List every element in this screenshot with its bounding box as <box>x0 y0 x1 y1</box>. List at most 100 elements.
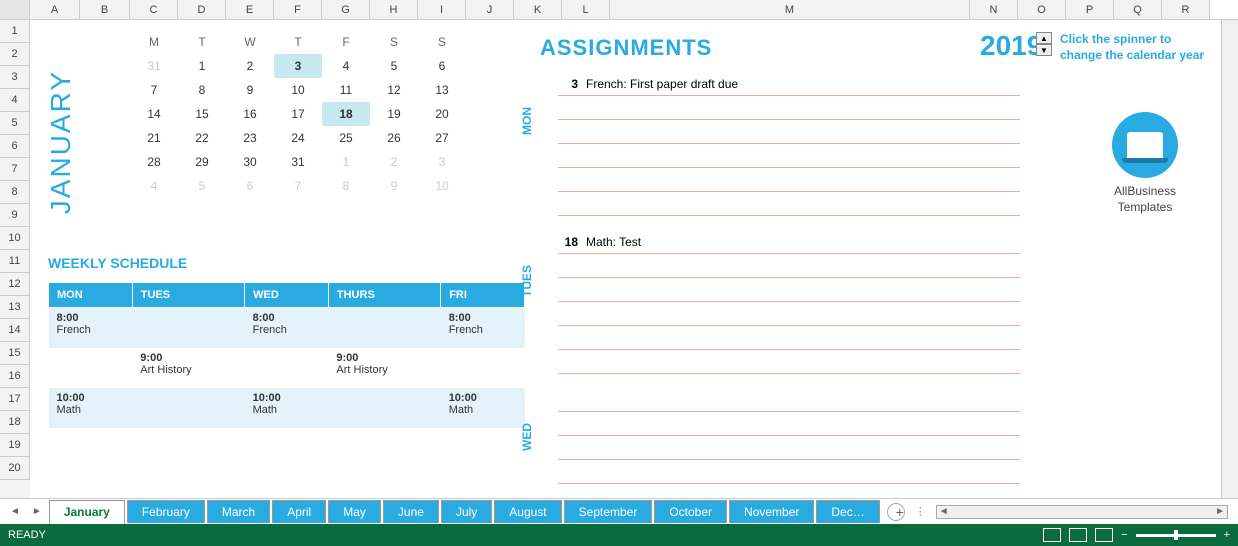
row-header-7[interactable]: 7 <box>0 158 30 181</box>
column-header-A[interactable]: A <box>30 0 80 19</box>
row-header-11[interactable]: 11 <box>0 250 30 273</box>
schedule-cell[interactable]: 9:00Art History <box>328 348 440 388</box>
assignment-line[interactable] <box>558 460 1020 484</box>
assignment-line[interactable] <box>558 192 1020 216</box>
zoom-in-button[interactable]: + <box>1224 529 1230 541</box>
calendar-day[interactable]: 3 <box>418 150 466 174</box>
row-header-3[interactable]: 3 <box>0 66 30 89</box>
sheet-tab-march[interactable]: March <box>207 500 270 523</box>
row-header-6[interactable]: 6 <box>0 135 30 158</box>
sheet-tab-september[interactable]: September <box>564 500 653 523</box>
column-header-C[interactable]: C <box>130 0 178 19</box>
calendar-day[interactable]: 10 <box>274 78 322 102</box>
column-header-O[interactable]: O <box>1018 0 1066 19</box>
calendar-day[interactable]: 24 <box>274 126 322 150</box>
assignment-line[interactable] <box>558 144 1020 168</box>
calendar-day[interactable]: 8 <box>322 174 370 198</box>
assignment-line[interactable] <box>558 388 1020 412</box>
calendar-day[interactable]: 1 <box>322 150 370 174</box>
assignment-line[interactable]: 3French: First paper draft due <box>558 72 1020 96</box>
calendar-day[interactable]: 16 <box>226 102 274 126</box>
calendar-day[interactable]: 25 <box>322 126 370 150</box>
column-header-N[interactable]: N <box>970 0 1018 19</box>
calendar-day[interactable]: 18 <box>322 102 370 126</box>
calendar-day[interactable]: 15 <box>178 102 226 126</box>
calendar-day[interactable]: 28 <box>130 150 178 174</box>
schedule-cell[interactable]: 10:00Math <box>441 388 525 428</box>
horizontal-scrollbar[interactable]: ◄ ► <box>936 505 1228 519</box>
tab-nav-prev[interactable]: ◄ <box>4 506 26 517</box>
row-header-18[interactable]: 18 <box>0 411 30 434</box>
spinner-down-button[interactable]: ▼ <box>1036 44 1052 56</box>
schedule-cell[interactable]: 9:00Art History <box>132 348 244 388</box>
row-header-14[interactable]: 14 <box>0 319 30 342</box>
calendar-day[interactable]: 11 <box>322 78 370 102</box>
add-sheet-button[interactable]: + <box>887 503 905 521</box>
sheet-tab-august[interactable]: August <box>494 500 561 523</box>
schedule-cell[interactable] <box>132 388 244 428</box>
assignment-line[interactable] <box>558 302 1020 326</box>
calendar-day[interactable]: 7 <box>274 174 322 198</box>
row-header-12[interactable]: 12 <box>0 273 30 296</box>
zoom-out-button[interactable]: − <box>1121 529 1127 541</box>
sheet-tab-april[interactable]: April <box>272 500 326 523</box>
calendar-day[interactable]: 26 <box>370 126 418 150</box>
column-header-B[interactable]: B <box>80 0 130 19</box>
row-header-13[interactable]: 13 <box>0 296 30 319</box>
row-header-8[interactable]: 8 <box>0 181 30 204</box>
column-header-E[interactable]: E <box>226 0 274 19</box>
schedule-cell[interactable] <box>328 308 440 348</box>
column-header-L[interactable]: L <box>562 0 610 19</box>
view-normal-button[interactable] <box>1043 528 1061 542</box>
sheet-tab-october[interactable]: October <box>654 500 727 523</box>
row-header-5[interactable]: 5 <box>0 112 30 135</box>
calendar-day[interactable]: 2 <box>226 54 274 78</box>
column-header-P[interactable]: P <box>1066 0 1114 19</box>
column-header-M[interactable]: M <box>610 0 970 19</box>
assignment-line[interactable] <box>558 96 1020 120</box>
calendar-day[interactable]: 22 <box>178 126 226 150</box>
calendar-day[interactable]: 14 <box>130 102 178 126</box>
calendar-day[interactable]: 2 <box>370 150 418 174</box>
schedule-cell[interactable]: 8:00French <box>49 308 133 348</box>
assignment-line[interactable] <box>558 278 1020 302</box>
assignment-line[interactable]: 18Math: Test <box>558 230 1020 254</box>
assignment-line[interactable] <box>558 436 1020 460</box>
row-header-4[interactable]: 4 <box>0 89 30 112</box>
schedule-cell[interactable]: 10:00Math <box>245 388 329 428</box>
calendar-day[interactable]: 5 <box>178 174 226 198</box>
schedule-cell[interactable]: 8:00French <box>441 308 525 348</box>
schedule-cell[interactable] <box>132 308 244 348</box>
calendar-day[interactable]: 6 <box>418 54 466 78</box>
column-header-D[interactable]: D <box>178 0 226 19</box>
calendar-day[interactable]: 9 <box>370 174 418 198</box>
select-all-corner[interactable] <box>0 0 30 19</box>
sheet-tab-june[interactable]: June <box>383 500 439 523</box>
column-header-Q[interactable]: Q <box>1114 0 1162 19</box>
column-header-I[interactable]: I <box>418 0 466 19</box>
worksheet-content[interactable]: JANUARY MTWTFSS3112345678910111213141516… <box>30 20 1238 498</box>
row-header-17[interactable]: 17 <box>0 388 30 411</box>
row-header-20[interactable]: 20 <box>0 457 30 480</box>
row-header-10[interactable]: 10 <box>0 227 30 250</box>
calendar-day[interactable]: 19 <box>370 102 418 126</box>
vertical-scrollbar[interactable] <box>1221 20 1238 498</box>
row-header-2[interactable]: 2 <box>0 43 30 66</box>
calendar-day[interactable]: 1 <box>178 54 226 78</box>
calendar-day[interactable]: 6 <box>226 174 274 198</box>
calendar-day[interactable]: 4 <box>322 54 370 78</box>
calendar-day[interactable]: 31 <box>130 54 178 78</box>
tab-nav-next[interactable]: ► <box>26 506 48 517</box>
sheet-tab-february[interactable]: February <box>127 500 205 523</box>
assignment-line[interactable] <box>558 120 1020 144</box>
assignment-line[interactable] <box>558 326 1020 350</box>
sheet-tab-may[interactable]: May <box>328 500 381 523</box>
schedule-cell[interactable] <box>245 348 329 388</box>
view-page-break-button[interactable] <box>1095 528 1113 542</box>
column-header-J[interactable]: J <box>466 0 514 19</box>
calendar-day[interactable]: 12 <box>370 78 418 102</box>
calendar-day[interactable]: 17 <box>274 102 322 126</box>
calendar-day[interactable]: 29 <box>178 150 226 174</box>
calendar-day[interactable]: 27 <box>418 126 466 150</box>
view-page-layout-button[interactable] <box>1069 528 1087 542</box>
